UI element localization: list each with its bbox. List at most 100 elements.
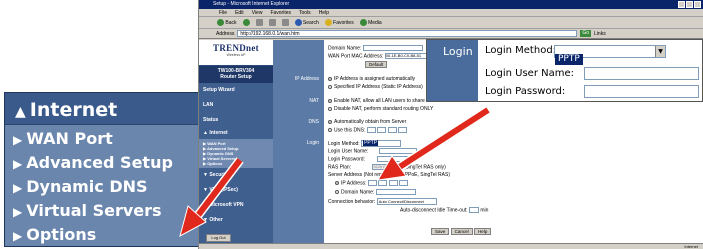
triangle-right-icon: ▶	[13, 181, 23, 195]
cancel-button[interactable]: Cancel	[450, 228, 473, 235]
ras-plan-select[interactable]: 512k Ethernet	[372, 164, 403, 170]
menu-file[interactable]: File	[219, 9, 227, 16]
zoomed-item-label: Dynamic DNS	[26, 177, 148, 196]
menu-tools[interactable]: Tools	[299, 9, 311, 16]
srv-domain-input[interactable]	[375, 189, 416, 195]
go-button[interactable]: Go	[580, 30, 592, 37]
zoomed-item-dynamic-dns[interactable]: ▶ Dynamic DNS	[13, 175, 203, 199]
window-title: Setup - Microsoft Internet Explorer	[213, 1, 290, 7]
srv-octet-3[interactable]	[388, 180, 398, 186]
address-input[interactable]: http://192.168.0.1/wan.htm	[237, 30, 578, 37]
back-button[interactable]: Back	[217, 19, 237, 26]
sidebar-item-vpn-ipsec[interactable]: ▼ VPN (IPSec)	[199, 183, 273, 198]
srv-octet-4[interactable]	[399, 180, 409, 186]
domain-name-row: Domain Name:	[328, 45, 423, 51]
srv-ip-label: IP Address:	[341, 180, 367, 187]
zoomed-item-wan-port[interactable]: ▶ WAN Port	[13, 127, 203, 151]
media-label: Media	[368, 19, 382, 26]
dns-octet-1[interactable]	[366, 127, 376, 133]
domain-name-input[interactable]	[362, 45, 423, 51]
callout-pass-input[interactable]	[584, 85, 699, 98]
media-button[interactable]: Media	[359, 19, 382, 26]
sidebar-item-setup-wizard[interactable]: Setup Wizard	[199, 83, 273, 98]
menu-help[interactable]: Help	[319, 9, 329, 16]
sidebar-internet-submenu: ▶ WAN Port ▶ Advanced Setup ▶ Dynamic DN…	[199, 139, 273, 168]
connection-row: Connection behavior: Auto Connect/Discon…	[328, 198, 437, 205]
nat-disable-label: Disable NAT, perform standard routing ON…	[334, 106, 434, 112]
callout-method-value: PPTP	[555, 54, 583, 65]
callout-user-input[interactable]	[584, 67, 699, 80]
save-button[interactable]: Save	[431, 228, 450, 235]
srv-domain-radio[interactable]	[335, 190, 339, 194]
dns-use-radio[interactable]	[328, 128, 332, 132]
label-ip-address: IP Address	[294, 76, 319, 82]
triangle-right-icon: ▶	[13, 205, 23, 219]
default-button[interactable]: Default	[365, 61, 388, 68]
zoomed-item-virtual-servers[interactable]: ▶ Virtual Servers	[13, 199, 203, 223]
forward-arrow-icon[interactable]	[242, 19, 250, 26]
login-method-select[interactable]: PPTP	[361, 140, 402, 147]
logout-button[interactable]: Log Out	[206, 234, 231, 242]
links-label[interactable]: Links	[594, 31, 606, 37]
login-pass-input[interactable]	[377, 156, 416, 162]
search-button[interactable]: Search	[294, 19, 319, 26]
callout-method-select[interactable]: PPTP ▼	[554, 45, 666, 65]
sidebar-item-status[interactable]: Status	[199, 113, 273, 128]
login-user-label: Login User Name:	[328, 148, 369, 155]
stop-icon[interactable]	[255, 19, 263, 26]
srv-octet-2[interactable]	[378, 180, 388, 186]
nat-enable-radio[interactable]	[328, 98, 332, 103]
sidebar-item-security[interactable]: ▼ Security	[199, 168, 273, 183]
zoomed-item-advanced-setup[interactable]: ▶ Advanced Setup	[13, 151, 203, 175]
domain-name-label: Domain Name:	[328, 45, 362, 52]
maximize-button[interactable]	[686, 1, 693, 8]
dns-octet-2[interactable]	[377, 127, 387, 133]
nat-disable-radio[interactable]	[328, 106, 332, 111]
sidebar-sub-options[interactable]: ▶ Options	[203, 161, 273, 166]
login-method-label: Login Method:	[328, 140, 360, 147]
router-sidebar: TRENDnet Wireless AP TW100-BRV304 Router…	[199, 40, 273, 249]
back-label: Back	[225, 19, 237, 26]
menu-favorites[interactable]: Favorites	[270, 9, 291, 16]
zoomed-internet-menu: ▲ Internet ▶ WAN Port ▶ Advanced Setup ▶ Dyn…	[4, 92, 204, 247]
zoomed-item-options[interactable]: ▶ Options	[13, 223, 203, 247]
dns-octet-4[interactable]	[397, 127, 407, 133]
browser-window: Setup - Microsoft Internet Explorer File…	[198, 0, 703, 249]
srv-ip-radio[interactable]	[335, 181, 339, 185]
idle-input[interactable]	[468, 207, 479, 213]
sidebar-item-internet[interactable]: ▲ Internet	[199, 128, 273, 139]
help-button[interactable]: Help	[474, 228, 492, 235]
sidebar-label: Other	[209, 217, 223, 223]
sidebar-item-other[interactable]: ▼ Other	[199, 213, 273, 228]
callout-method-label: Login Method:	[485, 45, 557, 56]
home-icon[interactable]	[281, 19, 289, 26]
callout-pass-label: Login Password:	[485, 86, 566, 97]
ip-static-radio[interactable]	[328, 84, 332, 89]
favorites-label: Favorites	[333, 19, 354, 26]
refresh-icon[interactable]	[268, 19, 276, 26]
connection-select[interactable]: Auto Connect/Disconnect	[376, 198, 437, 205]
server-address-row: Server Address (Not required for PPPoE, …	[328, 172, 450, 178]
media-icon	[359, 19, 367, 26]
zoomed-internet-header[interactable]: ▲ Internet	[5, 93, 203, 125]
dns-octet-3[interactable]	[387, 127, 397, 133]
ip-static-row: Specified IP Address (Static IP Address)	[328, 84, 423, 90]
close-button[interactable]	[694, 1, 701, 8]
menu-view[interactable]: View	[252, 9, 263, 16]
ip-auto-row: IP Address is assigned automatically	[328, 76, 415, 82]
idle-label: Auto-disconnect Idle Time-out:	[400, 207, 468, 214]
triangle-up-icon: ▲	[15, 104, 26, 120]
srv-octet-1[interactable]	[367, 180, 377, 186]
sidebar-item-lan[interactable]: LAN	[199, 98, 273, 113]
sidebar-item-microsoft-vpn[interactable]: ▼ Microsoft VPN	[199, 198, 273, 213]
minimize-button[interactable]	[678, 1, 685, 8]
menu-edit[interactable]: Edit	[235, 9, 244, 16]
model-sub: Router Setup	[220, 74, 252, 80]
triangle-right-icon: ▶	[13, 133, 23, 147]
ip-auto-radio[interactable]	[328, 76, 332, 81]
dns-auto-label: Automatically obtain from Server	[334, 119, 407, 125]
dns-auto-radio[interactable]	[328, 119, 332, 124]
favorites-button[interactable]: Favorites	[324, 19, 354, 26]
sidebar-sub-label: Options	[207, 161, 223, 166]
login-user-input[interactable]	[378, 148, 417, 154]
